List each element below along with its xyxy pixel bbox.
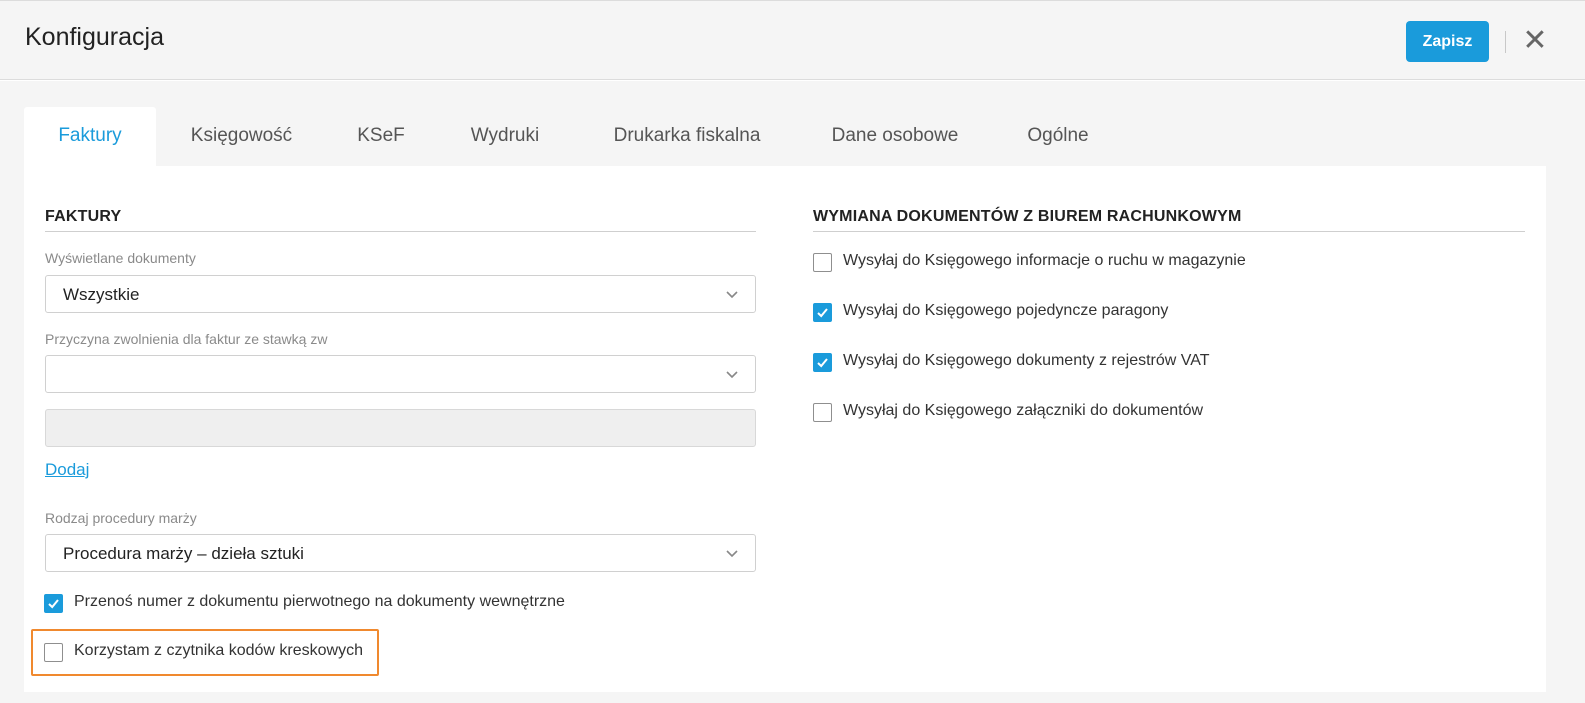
page-title: Konfiguracja <box>25 23 164 51</box>
tab-dane-osobowe[interactable]: Dane osobowe <box>820 107 970 166</box>
barcode-reader-checkbox[interactable] <box>44 643 63 662</box>
tab-ksiegowosc[interactable]: Księgowość <box>174 107 309 166</box>
transfer-number-checkbox[interactable] <box>44 594 63 613</box>
exchange-warehouse-label: Wysyłaj do Księgowego informacje o ruchu… <box>843 252 1246 269</box>
barcode-reader-label: Korzystam z czytnika kodów kreskowych <box>74 642 363 659</box>
displayed-docs-label: Wyświetlane dokumenty <box>45 250 196 266</box>
tab-drukarka-fiskalna[interactable]: Drukarka fiskalna <box>598 107 776 166</box>
chevron-down-icon <box>726 371 738 379</box>
exchange-vat-checkbox[interactable] <box>813 353 832 372</box>
tab-wydruki[interactable]: Wydruki <box>454 107 556 166</box>
close-icon[interactable]: ✕ <box>1520 25 1550 57</box>
chevron-down-icon <box>726 550 738 558</box>
transfer-number-label: Przenoś numer z dokumentu pierwotnego na… <box>74 593 565 610</box>
tab-ogolne[interactable]: Ogólne <box>1014 107 1102 166</box>
add-link[interactable]: Dodaj <box>45 460 89 480</box>
exchange-receipts-label: Wysyłaj do Księgowego pojedyncze paragon… <box>843 302 1169 319</box>
exchange-attachments-label: Wysyłaj do Księgowego załączniki do doku… <box>843 402 1204 419</box>
exchange-attachments-checkbox[interactable] <box>813 403 832 422</box>
margin-procedure-value: Procedura marży – dzieła sztuki <box>63 544 304 563</box>
exchange-section-title: WYMIANA DOKUMENTÓW Z BIUREM RACHUNKOWYM <box>813 208 1242 225</box>
tab-faktury[interactable]: Faktury <box>24 107 156 166</box>
exchange-warehouse-checkbox[interactable] <box>813 253 832 272</box>
section-divider <box>45 231 756 232</box>
exemption-reason-label: Przyczyna zwolnienia dla faktur ze stawk… <box>45 331 328 347</box>
check-icon <box>817 308 828 318</box>
check-icon <box>48 599 59 609</box>
displayed-docs-select[interactable]: Wszystkie <box>45 275 756 313</box>
header-divider <box>1505 31 1506 53</box>
tab-ksef[interactable]: KSeF <box>344 107 418 166</box>
section-divider <box>813 231 1525 232</box>
exemption-reason-select[interactable] <box>45 355 756 393</box>
chevron-down-icon <box>726 291 738 299</box>
check-icon <box>817 358 828 368</box>
exchange-vat-label: Wysyłaj do Księgowego dokumenty z rejest… <box>843 352 1210 369</box>
save-button[interactable]: Zapisz <box>1406 21 1489 62</box>
displayed-docs-value: Wszystkie <box>63 285 140 304</box>
margin-procedure-select[interactable]: Procedura marży – dzieła sztuki <box>45 534 756 572</box>
window-header: Konfiguracja Zapisz ✕ <box>0 0 1585 80</box>
exemption-reason-text-field[interactable] <box>45 409 756 447</box>
margin-procedure-label: Rodzaj procedury marży <box>45 510 197 526</box>
exchange-receipts-checkbox[interactable] <box>813 303 832 322</box>
invoices-section-title: FAKTURY <box>45 208 122 225</box>
